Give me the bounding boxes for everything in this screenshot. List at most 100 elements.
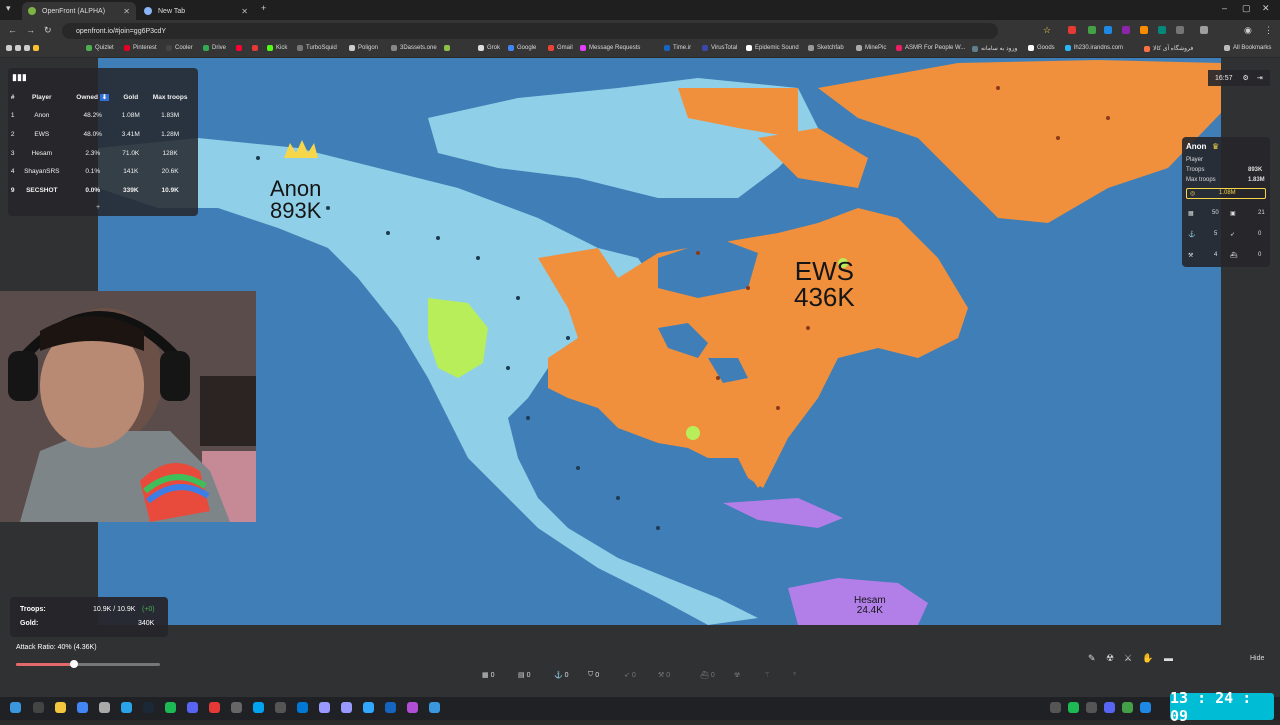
telegram-icon[interactable] — [121, 702, 132, 713]
bookmark-item[interactable] — [444, 45, 453, 51]
bookmark-item[interactable]: Pinterest — [124, 45, 157, 51]
bookmark-item[interactable]: VirusTotal — [702, 45, 737, 51]
file-explorer-icon[interactable] — [55, 702, 66, 713]
tray-icon[interactable] — [1122, 702, 1133, 713]
table-row[interactable]: 4 ShayanSRS 0.1% 141K 20.6K — [10, 162, 196, 181]
bookmark-apps[interactable] — [6, 45, 42, 51]
app-icon[interactable] — [275, 702, 286, 713]
bookmark-item[interactable]: Kick — [267, 45, 287, 51]
table-row[interactable]: 1 Anon 48.2% 1.08M 1.83M — [10, 107, 196, 126]
blender-icon[interactable] — [385, 702, 396, 713]
bookmark-item[interactable]: Time.ir — [664, 45, 691, 51]
handshake-icon[interactable]: ✋ — [1142, 653, 1153, 664]
factory-build-button[interactable]: ▤ 0 — [518, 671, 530, 680]
sam-build-button[interactable]: ⚒ 0 — [658, 671, 670, 680]
menu-icon[interactable]: ⋮ — [1264, 25, 1273, 36]
gear-icon[interactable]: ⚙ — [1243, 74, 1249, 82]
bookmark-item[interactable]: 3Dassets.one — [391, 45, 437, 51]
table-row-self[interactable]: 9 SECSHOT 0.0% 339K 10.9K — [10, 181, 196, 200]
window-close-icon[interactable]: ✕ — [1262, 3, 1270, 14]
chrome-icon[interactable] — [77, 702, 88, 713]
close-icon[interactable]: ✕ — [123, 7, 130, 16]
back-icon[interactable]: ← — [8, 25, 17, 35]
bookmark-item[interactable]: Gmail — [548, 45, 573, 51]
app-icon[interactable] — [297, 702, 308, 713]
search-icon[interactable] — [33, 702, 44, 713]
bookmark-item[interactable]: Cooler — [166, 45, 193, 51]
hydrogen-bomb-icon[interactable]: ⚚ — [764, 671, 770, 679]
radiation-icon[interactable]: ☢ — [1106, 653, 1114, 664]
app-icon[interactable] — [99, 702, 110, 713]
photoshop-icon[interactable] — [363, 702, 374, 713]
warship-build-button[interactable]: ⛴ 0 — [700, 671, 715, 680]
bookmark-item[interactable]: lh230.irandns.com — [1065, 45, 1123, 51]
pen-icon[interactable]: ✎ — [1088, 653, 1096, 664]
tab-list-icon[interactable]: ▾ — [6, 3, 11, 14]
nuke-icon[interactable]: ☢ — [734, 671, 740, 679]
bookmark-item[interactable] — [236, 45, 245, 51]
url-field[interactable]: openfront.io/#join=gg6P3cdY — [62, 23, 998, 39]
col-header-owned[interactable]: Owned ⬇ — [68, 88, 117, 107]
hide-button[interactable]: Hide — [1250, 655, 1264, 662]
bookmark-item[interactable]: Message Requests — [580, 45, 640, 51]
after-effects-icon[interactable] — [319, 702, 330, 713]
tray-icon[interactable] — [1140, 702, 1151, 713]
bookmark-item[interactable]: فروشگاه آی کالا — [1144, 45, 1193, 52]
bookmark-item[interactable]: Grok — [478, 45, 500, 51]
forward-icon[interactable]: → — [26, 25, 35, 35]
spotify-icon[interactable] — [165, 702, 176, 713]
extension-icon[interactable] — [1122, 26, 1130, 34]
bookmark-item[interactable]: ASMR For People W... — [896, 45, 965, 51]
sword-icon[interactable]: ⚔ — [1124, 653, 1132, 664]
bookmark-item[interactable]: Poligon — [349, 45, 378, 51]
windows-start-icon[interactable] — [10, 702, 21, 713]
leaderboard-expand-button[interactable]: + — [96, 204, 100, 211]
slider-thumb[interactable] — [69, 660, 78, 668]
table-row[interactable]: 3 Hesam 2.3% 71.0K 128K — [10, 144, 196, 163]
app-icon[interactable] — [209, 702, 220, 713]
attack-ratio-slider[interactable] — [16, 660, 160, 668]
sort-icon[interactable]: ⬇ — [99, 94, 110, 102]
minimize-icon[interactable]: – — [1222, 3, 1227, 13]
discord-icon[interactable] — [187, 702, 198, 713]
leaderboard-icon[interactable]: ▮▮▮ — [12, 72, 27, 83]
rider-icon[interactable] — [407, 702, 418, 713]
bookmark-item[interactable]: Epidemic Sound — [746, 45, 799, 51]
defense-build-button[interactable]: ⛉ 0 — [588, 671, 599, 679]
extension-icon[interactable] — [1140, 26, 1148, 34]
bookmark-star-icon[interactable]: ☆ — [1043, 25, 1051, 36]
close-icon[interactable]: ✕ — [241, 7, 248, 16]
tray-icon[interactable] — [1086, 702, 1097, 713]
all-bookmarks[interactable]: All Bookmarks — [1224, 45, 1271, 51]
city-build-button[interactable]: ▦ 0 — [482, 671, 494, 680]
tab-new-tab[interactable]: New Tab ✕ — [138, 2, 254, 20]
premiere-icon[interactable] — [341, 702, 352, 713]
mirv-icon[interactable]: ♆ — [792, 671, 797, 678]
app-icon[interactable] — [253, 702, 264, 713]
extension-icon[interactable] — [1158, 26, 1166, 34]
bookmark-item[interactable]: MinePic — [856, 45, 886, 51]
extension-icon[interactable] — [1176, 26, 1184, 34]
extension-icon[interactable] — [1200, 26, 1208, 34]
maximize-icon[interactable]: ▢ — [1242, 3, 1251, 14]
bookmark-item[interactable]: Sketchfab — [808, 45, 844, 51]
bookmark-item[interactable]: Quizlet — [86, 45, 114, 51]
extension-icon[interactable] — [1088, 26, 1096, 34]
tray-icon[interactable] — [1104, 702, 1115, 713]
extension-icon[interactable] — [1104, 26, 1112, 34]
vscode-icon[interactable] — [429, 702, 440, 713]
profile-icon[interactable]: ◉ — [1244, 25, 1252, 36]
tray-icon[interactable] — [1068, 702, 1079, 713]
exit-icon[interactable]: ⇥ — [1257, 74, 1263, 82]
world-map[interactable] — [98, 58, 1221, 625]
bookmark-item[interactable]: TurboSquid — [297, 45, 337, 51]
bookmark-item[interactable]: Google — [508, 45, 536, 51]
table-row[interactable]: 2 EWS 48.0% 3.41M 1.28M — [10, 125, 196, 144]
new-tab-plus-icon[interactable]: + — [261, 3, 266, 13]
obs-icon[interactable] — [231, 702, 242, 713]
tab-openfront[interactable]: OpenFront (ALPHA) ✕ — [22, 2, 136, 20]
port-build-button[interactable]: ⚓ 0 — [554, 671, 569, 680]
extension-icon[interactable] — [1068, 26, 1076, 34]
bookmark-item[interactable]: Goods — [1028, 45, 1055, 51]
bookmark-item[interactable] — [252, 45, 261, 51]
